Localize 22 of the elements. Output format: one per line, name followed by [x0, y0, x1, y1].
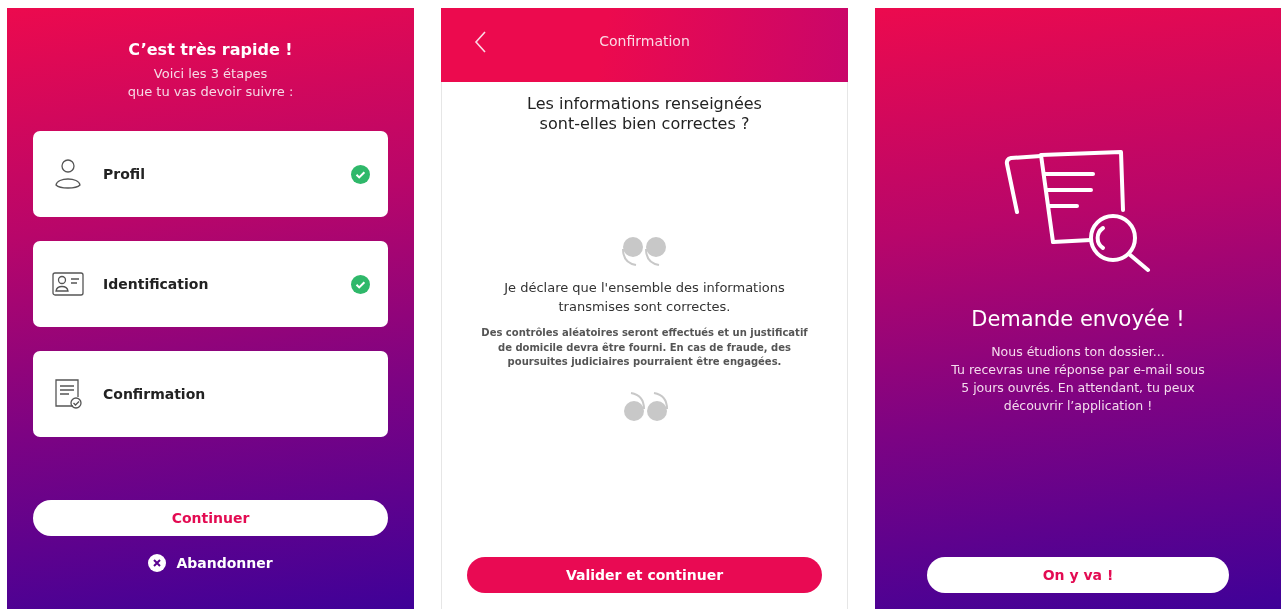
close-icon	[148, 554, 167, 572]
step-label: Identification	[103, 276, 210, 292]
step-card[interactable]: Confirmation	[33, 351, 388, 437]
continue-button[interactable]: Continuer	[33, 500, 388, 536]
confirmation-message: Nous étudions ton dossier... Tu recevras une réponse par e-mail sous 5 jours ouvrés. En attendant, tu peux découvrir l’application !	[951, 343, 1205, 415]
back-button[interactable]	[473, 30, 487, 54]
header-title: Confirmation	[599, 33, 690, 49]
question-text: Les informations renseignées sont-elles bien correctes ?	[527, 94, 762, 134]
screen-subtitle: Voici les 3 étapes que tu vas devoir suivre :	[127, 65, 294, 101]
step-card[interactable]: Profil	[33, 131, 388, 217]
declaration-text: Je déclare que l'ensemble des informations transmises sont correctes.	[504, 279, 785, 316]
go-button[interactable]: On y va !	[927, 557, 1229, 593]
close-quote-icon	[621, 391, 668, 424]
validate-button[interactable]: Valider et continuer	[467, 557, 822, 593]
step-label: Confirmation	[103, 386, 207, 402]
notice-text: Des contrôles aléatoires seront effectués et un justificatif de domicile devra être fourni. En cas de fraude, des poursuites judiciaires pourraient être engagées.	[480, 326, 809, 369]
step-label: Profil	[103, 166, 146, 182]
open-quote-icon	[621, 234, 668, 266]
step-card[interactable]: Identification	[33, 241, 388, 327]
screen-title: Demande envoyée !	[971, 307, 1185, 331]
cancel-link[interactable]: Abandonner	[148, 554, 273, 572]
screen-title: C’est très rapide !	[128, 40, 293, 59]
